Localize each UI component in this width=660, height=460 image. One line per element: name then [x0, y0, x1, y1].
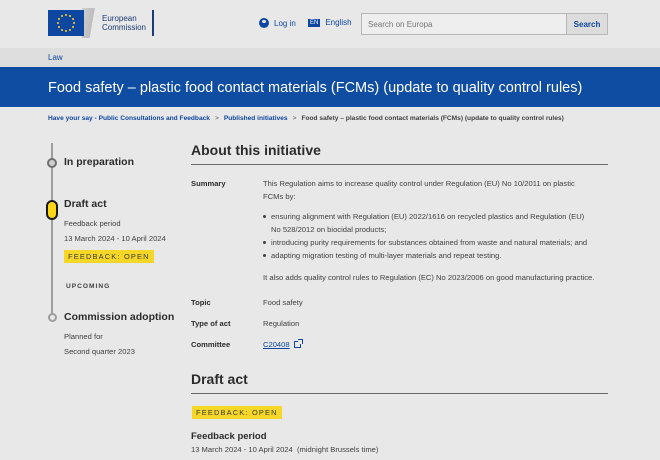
breadcrumb-item-current: Food safety – plastic food contact mater…	[301, 115, 564, 122]
language-label: English	[325, 18, 352, 27]
site-nav-bar: Law	[0, 48, 660, 67]
timeline-feedback-period-label: Feedback period	[64, 219, 121, 228]
list-item: introducing purity requirements for subs…	[263, 236, 613, 249]
page-title: Food safety – plastic food contact mater…	[48, 80, 583, 96]
logo-divider	[152, 10, 154, 36]
timeline-line	[51, 143, 53, 319]
draft-act-feedback-status-badge: FEEDBACK: OPEN	[192, 406, 282, 419]
breadcrumb: Have your say - Public Consultations and…	[48, 115, 564, 122]
committee-value: C20408	[263, 340, 290, 349]
search-button[interactable]: Search	[566, 14, 607, 34]
timeline-stage-draft-act: Draft act	[64, 198, 107, 210]
timeline-stage-commission-adoption: Commission adoption	[64, 311, 175, 323]
list-item-continuation: No 528/2012 on biocidal products;	[271, 225, 387, 234]
page-banner: Food safety – plastic food contact mater…	[0, 67, 660, 107]
feedback-period-value: 13 March 2024 - 10 April 2024 (midnight …	[191, 445, 379, 454]
external-link-icon	[293, 339, 303, 348]
feedback-period-heading: Feedback period	[191, 431, 267, 442]
breadcrumb-item-consultations[interactable]: Have your say - Public Consultations and…	[48, 115, 210, 122]
site-header: European Commission Log in EN English Se…	[0, 0, 660, 48]
breadcrumb-item-published-initiatives[interactable]: Published initiatives	[224, 115, 288, 122]
user-icon	[259, 18, 269, 28]
breadcrumb-separator-icon: >	[214, 115, 219, 122]
timeline-stage-in-preparation: In preparation	[64, 156, 135, 168]
timeline-planned-label: Planned for	[64, 332, 103, 341]
login-label: Log in	[274, 18, 296, 28]
timeline-planned-quarter: Second quarter 2023	[64, 347, 135, 356]
summary-bullet-list: ensuring alignment with Regulation (EU) …	[263, 210, 613, 262]
type-of-act-value: Regulation	[263, 319, 300, 328]
committee-link[interactable]: C20408	[263, 339, 303, 349]
logo-text: European Commission	[102, 14, 146, 32]
topic-label: Topic	[191, 298, 211, 307]
about-heading: About this initiative	[191, 142, 321, 158]
summary-intro-line-2: FCMs by:	[263, 192, 296, 201]
summary-label: Summary	[191, 179, 226, 188]
language-icon: EN	[308, 18, 321, 27]
list-item: ensuring alignment with Regulation (EU) …	[263, 210, 613, 223]
timeline-feedback-dates: 13 March 2024 - 10 April 2024	[64, 234, 166, 243]
logo-decoration	[82, 8, 98, 38]
timeline-upcoming-label: UPCOMING	[66, 283, 111, 290]
type-of-act-label: Type of act	[191, 319, 231, 328]
search-box: Search	[361, 13, 608, 35]
timeline-step-completed-icon	[47, 158, 57, 168]
timeline-step-current-icon	[46, 200, 58, 220]
law-link[interactable]: Law	[48, 53, 63, 62]
summary-outro: It also adds quality control rules to Re…	[263, 273, 595, 282]
timeline-step-upcoming-icon	[48, 313, 57, 322]
language-selector[interactable]: EN English	[308, 18, 352, 27]
breadcrumb-separator-icon: >	[292, 115, 297, 122]
list-item: adapting migration testing of multi-laye…	[263, 249, 613, 262]
search-input[interactable]	[362, 14, 566, 34]
about-divider	[191, 164, 608, 165]
summary-intro-line-1: This Regulation aims to increase quality…	[263, 179, 575, 188]
topic-value: Food safety	[263, 298, 303, 307]
european-commission-logo[interactable]: European Commission	[48, 8, 158, 38]
committee-label: Committee	[191, 340, 231, 349]
timeline-feedback-status-badge: FEEDBACK: OPEN	[64, 250, 154, 263]
login-link[interactable]: Log in	[259, 18, 296, 28]
logo-line-1: European	[102, 14, 137, 23]
logo-line-2: Commission	[102, 23, 147, 32]
draft-act-divider	[191, 393, 608, 394]
eu-flag-icon	[48, 10, 84, 36]
draft-act-heading: Draft act	[191, 371, 248, 387]
